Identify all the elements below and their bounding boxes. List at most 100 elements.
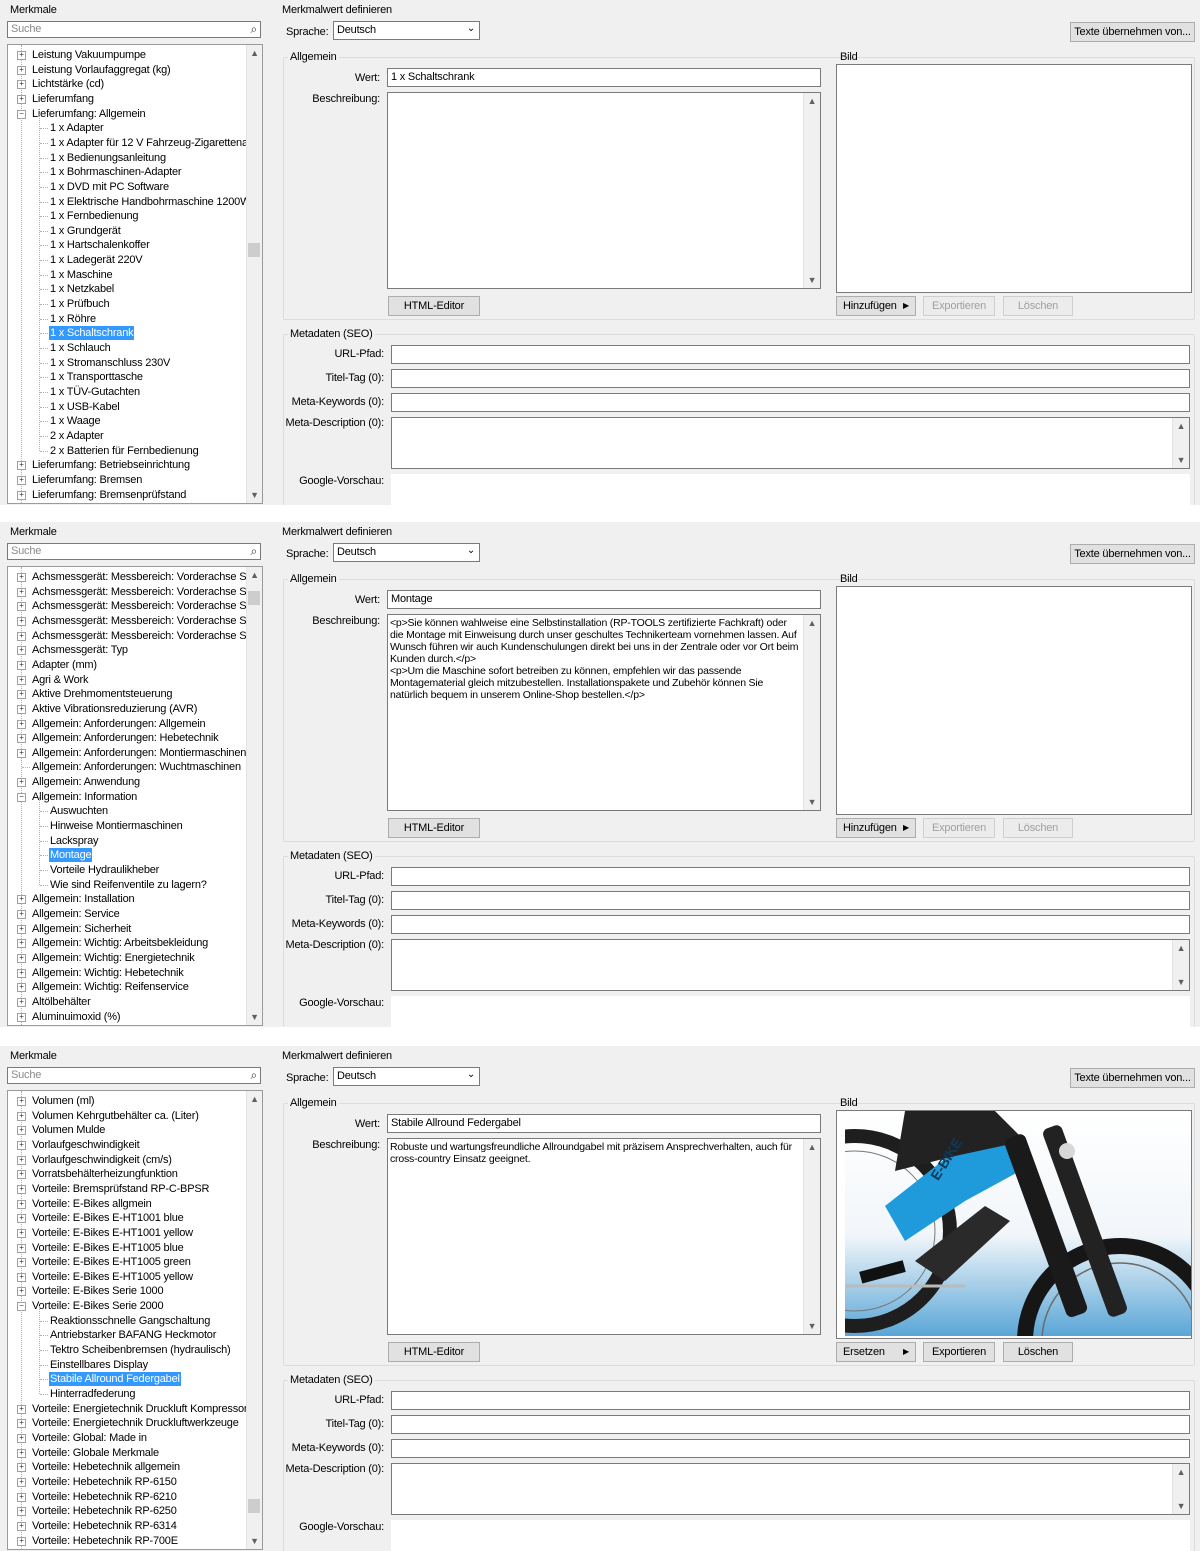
- tree-node[interactable]: + Allgemein: Anforderungen: Montiermaschi…: [8, 746, 248, 761]
- tree-leaf[interactable]: Lackspray: [8, 834, 248, 849]
- expand-icon[interactable]: +: [17, 1287, 26, 1297]
- exportieren-button[interactable]: Exportieren: [923, 1342, 995, 1362]
- titel-tag-field[interactable]: [391, 369, 1190, 388]
- texte-uebernehmen-button[interactable]: Texte übernehmen von...: [1070, 544, 1195, 564]
- tree-node[interactable]: + Achsmessgerät: Typ: [8, 643, 248, 658]
- scroll-up-icon[interactable]: ▲: [804, 93, 820, 109]
- tree-node[interactable]: + Vorteile: Hebetechnik RP-700E: [8, 1534, 248, 1549]
- expand-icon[interactable]: +: [17, 1199, 26, 1209]
- tree-leaf[interactable]: 1 x Netzkabel: [8, 282, 248, 297]
- tree-node[interactable]: + Volumen (ml): [8, 1094, 248, 1109]
- meta-description-field[interactable]: ▲ ▼: [391, 939, 1190, 991]
- expand-icon[interactable]: +: [17, 1507, 26, 1517]
- expand-icon[interactable]: +: [17, 748, 26, 758]
- tree-node[interactable]: + Altölbehälter: [8, 995, 248, 1010]
- tree-node[interactable]: + Achsmessgerät: Messbereich: Vorderachse…: [8, 614, 262, 629]
- expand-icon[interactable]: +: [17, 1243, 26, 1253]
- tree-node[interactable]: + Vorteile: Energietechnik Druckluft Komp…: [8, 1402, 259, 1417]
- tree-node[interactable]: + Volumen Mulde: [8, 1123, 248, 1138]
- expand-icon[interactable]: +: [17, 490, 26, 500]
- expand-icon[interactable]: +: [17, 660, 26, 670]
- tree-node[interactable]: + Vorteile: Hebetechnik RP-6150: [8, 1475, 248, 1490]
- tree-node[interactable]: + Allgemein: Anforderungen: Hebetechnik: [8, 731, 248, 746]
- expand-icon[interactable]: +: [17, 1155, 26, 1165]
- expand-icon[interactable]: +: [17, 983, 26, 993]
- meta-description-field[interactable]: ▲ ▼: [391, 1463, 1190, 1515]
- expand-icon[interactable]: +: [17, 573, 26, 582]
- wert-field[interactable]: Montage: [387, 590, 821, 609]
- tree-leaf[interactable]: 1 x Schlauch: [8, 341, 248, 356]
- collapse-icon[interactable]: −: [17, 1302, 26, 1312]
- scroll-up-icon[interactable]: ▲: [1173, 940, 1189, 956]
- language-select[interactable]: Deutsch ⌄: [333, 543, 480, 562]
- scroll-up-icon[interactable]: ▲: [1173, 418, 1189, 434]
- scroll-up-icon[interactable]: ▲: [1173, 1464, 1189, 1480]
- tree-node[interactable]: + Allgemein: Sicherheit: [8, 922, 248, 937]
- scroll-down-icon[interactable]: ▼: [804, 1318, 820, 1334]
- tree-node[interactable]: + Vorteile: Globale Merkmale: [8, 1446, 248, 1461]
- url-pfad-field[interactable]: [391, 1391, 1190, 1410]
- tree-leaf[interactable]: Hinterradfederung: [8, 1387, 248, 1402]
- tree-leaf[interactable]: Vorteile Hydraulikheber: [8, 863, 248, 878]
- meta-description-scrollbar[interactable]: ▲ ▼: [1172, 1464, 1189, 1514]
- scroll-down-icon[interactable]: ▼: [1173, 1498, 1189, 1514]
- expand-icon[interactable]: +: [17, 616, 26, 626]
- tree-leaf[interactable]: 1 x Bedienungsanleitung: [8, 151, 248, 166]
- tree-leaf[interactable]: 1 x Elektrische Handbohrmaschine 1200W: [8, 195, 250, 210]
- tree-node[interactable]: + Achsmessgerät: Messbereich: Vorderachse…: [8, 599, 262, 614]
- meta-keywords-field[interactable]: [391, 393, 1190, 412]
- tree-node[interactable]: + Vorteile: E-Bikes allgmein: [8, 1197, 248, 1212]
- expand-icon[interactable]: +: [17, 1448, 26, 1458]
- expand-icon[interactable]: +: [17, 734, 26, 744]
- feature-tree[interactable]: + Volumen (ml) + Volumen Kehrgutbehälter ca…: [7, 1090, 263, 1550]
- tree-node[interactable]: + Allgemein: Service: [8, 907, 248, 922]
- expand-icon[interactable]: +: [17, 1521, 26, 1531]
- expand-icon[interactable]: +: [17, 631, 26, 641]
- tree-node[interactable]: + Allgemein: Wichtig: Reifenservice: [8, 980, 248, 995]
- texte-uebernehmen-button[interactable]: Texte übernehmen von...: [1070, 1068, 1195, 1088]
- expand-icon[interactable]: +: [17, 1258, 26, 1268]
- tree-leaf[interactable]: 1 x Bohrmaschinen-Adapter: [8, 165, 248, 180]
- collapse-icon[interactable]: −: [17, 109, 26, 119]
- loeschen-button[interactable]: Löschen: [1003, 1342, 1073, 1362]
- expand-icon[interactable]: +: [17, 1140, 26, 1150]
- wert-field[interactable]: Stabile Allround Federgabel: [387, 1114, 821, 1133]
- tree-leaf[interactable]: 1 x Schaltschrank: [8, 326, 248, 341]
- tree-node[interactable]: + Adapter (mm): [8, 658, 248, 673]
- wert-field[interactable]: 1 x Schaltschrank: [387, 68, 821, 87]
- expand-icon[interactable]: +: [17, 719, 26, 729]
- tree-leaf[interactable]: 1 x Waage: [8, 414, 248, 429]
- tree-leaf[interactable]: 1 x TÜV-Gutachten: [8, 385, 248, 400]
- tree-node[interactable]: + Vorteile: Energietechnik Druckluftwerkz…: [8, 1416, 248, 1431]
- tree-leaf[interactable]: 1 x Adapter für 12 V Fahrzeug-Zigaretten…: [8, 136, 262, 151]
- tree-leaf[interactable]: 1 x Stromanschluss 230V: [8, 356, 248, 371]
- exportieren-button[interactable]: Exportieren: [923, 818, 995, 838]
- tree-leaf[interactable]: 1 x Röhre: [8, 312, 248, 327]
- tree-node[interactable]: + Leistung Vakuumpumpe: [8, 48, 248, 63]
- expand-icon[interactable]: +: [17, 602, 26, 612]
- expand-icon[interactable]: +: [17, 1433, 26, 1443]
- meta-description-field[interactable]: ▲ ▼: [391, 417, 1190, 469]
- feature-tree[interactable]: + Leistung Vakuumpumpe + Leistung Vorlaufag…: [7, 44, 263, 504]
- tree-node[interactable]: + Allgemein: Wichtig: Hebetechnik: [8, 966, 248, 981]
- tree-node[interactable]: + Allgemein: Anwendung: [8, 775, 248, 790]
- search-icon[interactable]: ⌕: [250, 1068, 257, 1083]
- expand-icon[interactable]: +: [17, 461, 26, 471]
- search-icon[interactable]: ⌕: [250, 22, 257, 37]
- tree-node[interactable]: + Vorteile: Global: Made in: [8, 1431, 248, 1446]
- expand-icon[interactable]: +: [17, 1404, 26, 1414]
- tree-leaf[interactable]: 1 x DVD mit PC Software: [8, 180, 248, 195]
- expand-icon[interactable]: +: [17, 1419, 26, 1429]
- collapse-icon[interactable]: −: [17, 792, 26, 802]
- tree-node[interactable]: Allgemein: Anforderungen: Wuchtmaschinen: [8, 760, 248, 775]
- tree-leaf[interactable]: Montage: [8, 848, 248, 863]
- expand-icon[interactable]: +: [17, 675, 26, 685]
- html-editor-button[interactable]: HTML-Editor: [388, 818, 480, 838]
- tree-node[interactable]: + Vorteile: E-Bikes E-HT1005 blue: [8, 1241, 248, 1256]
- beschreibung-field[interactable]: Robuste und wartungsfreundliche Allround…: [387, 1138, 821, 1335]
- url-pfad-field[interactable]: [391, 345, 1190, 364]
- tree-node[interactable]: − Lieferumfang: Allgemein: [8, 107, 248, 122]
- html-editor-button[interactable]: HTML-Editor: [388, 1342, 480, 1362]
- tree-node[interactable]: + Leistung Vorlaufaggregat (kg): [8, 63, 248, 78]
- tree-scrollbar[interactable]: ▲ ▼: [246, 1091, 262, 1549]
